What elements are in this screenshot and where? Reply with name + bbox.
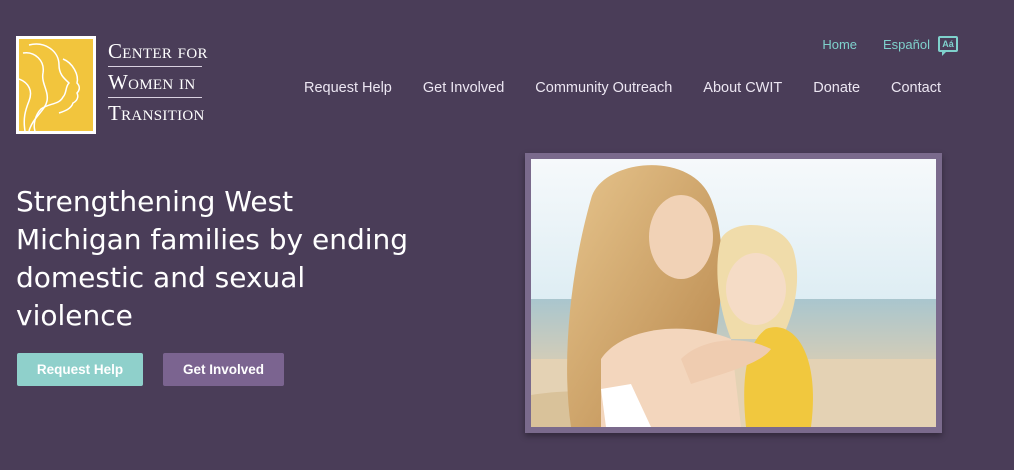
nav-donate[interactable]: Donate (813, 80, 860, 96)
nav-community-outreach[interactable]: Community Outreach (535, 80, 672, 96)
espanol-link[interactable]: Español (883, 37, 930, 52)
logo-wordmark: Center for Women in Transition (108, 36, 207, 128)
nav-about-cwit[interactable]: About CWIT (703, 80, 782, 96)
hero-photo-frame (525, 153, 942, 433)
logo-line-2: Women in (108, 67, 202, 98)
mother-child-beach-image (531, 159, 936, 427)
nav-request-help[interactable]: Request Help (304, 80, 392, 96)
request-help-button[interactable]: Request Help (17, 353, 143, 386)
translate-icon[interactable]: Aá (938, 36, 958, 56)
nav-get-involved[interactable]: Get Involved (423, 80, 504, 96)
hero-photo (531, 159, 936, 427)
main-nav: Request Help Get Involved Community Outr… (304, 80, 941, 96)
logo-mark-icon (16, 36, 96, 134)
get-involved-button[interactable]: Get Involved (163, 353, 284, 386)
utility-nav: Home Español Aá (822, 36, 958, 56)
logo-line-3: Transition (108, 101, 205, 125)
nav-contact[interactable]: Contact (891, 80, 941, 96)
language-switch[interactable]: Español Aá (883, 36, 958, 56)
site-logo[interactable]: Center for Women in Transition (16, 36, 207, 134)
home-link[interactable]: Home (822, 37, 857, 52)
hero-headline: Strengthening West Michigan families by … (16, 185, 409, 332)
logo-line-1: Center for (108, 36, 207, 67)
